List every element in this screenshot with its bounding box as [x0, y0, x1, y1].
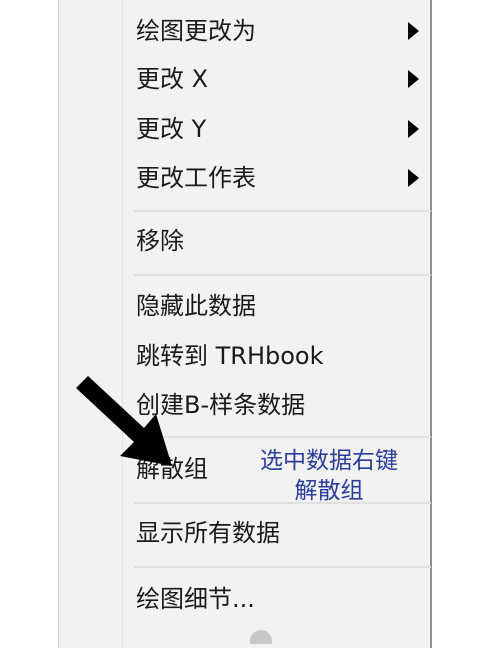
menu-separator [134, 566, 431, 568]
menu-item-remove[interactable]: 移除 [59, 218, 431, 264]
menu-separator [134, 436, 431, 438]
menu-item-hide-data[interactable]: 隐藏此数据 [59, 283, 431, 329]
menu-item-label: 跳转到 TRHbook [136, 342, 324, 370]
chevron-right-icon [408, 22, 419, 40]
menu-item-change-worksheet[interactable]: 更改工作表 [59, 155, 431, 201]
context-menu: 绘图更改为 更改 X 更改 Y 更改工作表 移除 隐藏此数据 跳转到 TRHbo… [58, 0, 432, 648]
menu-item-label: 更改 Y [136, 115, 207, 143]
menu-item-show-all-data[interactable]: 显示所有数据 [59, 510, 431, 556]
chevron-right-icon [408, 70, 419, 88]
menu-separator [134, 274, 431, 276]
arrow-pointer-icon [76, 376, 172, 466]
chevron-right-icon [408, 120, 419, 138]
menu-item-plot-details[interactable]: 绘图细节... [59, 576, 431, 622]
annotation-text: 选中数据右键 解散组 [234, 446, 424, 506]
menu-separator [134, 210, 431, 212]
menu-item-label: 显示所有数据 [136, 519, 280, 547]
annotation-line-2: 解散组 [294, 478, 364, 504]
menu-item-label: 移除 [136, 227, 184, 255]
menu-item-change-x[interactable]: 更改 X [59, 56, 431, 102]
chevron-right-icon [408, 169, 419, 187]
menu-item-label: 更改 X [136, 65, 209, 93]
menu-item-label: 更改工作表 [136, 164, 256, 192]
menu-item-change-y[interactable]: 更改 Y [59, 106, 431, 152]
menu-item-label: 隐藏此数据 [136, 292, 256, 320]
menu-item-change-plot-to[interactable]: 绘图更改为 [59, 8, 431, 54]
menu-item-label: 绘图细节... [136, 585, 255, 613]
annotation-line-1: 选中数据右键 [260, 448, 398, 474]
menu-item-label: 绘图更改为 [136, 17, 256, 45]
